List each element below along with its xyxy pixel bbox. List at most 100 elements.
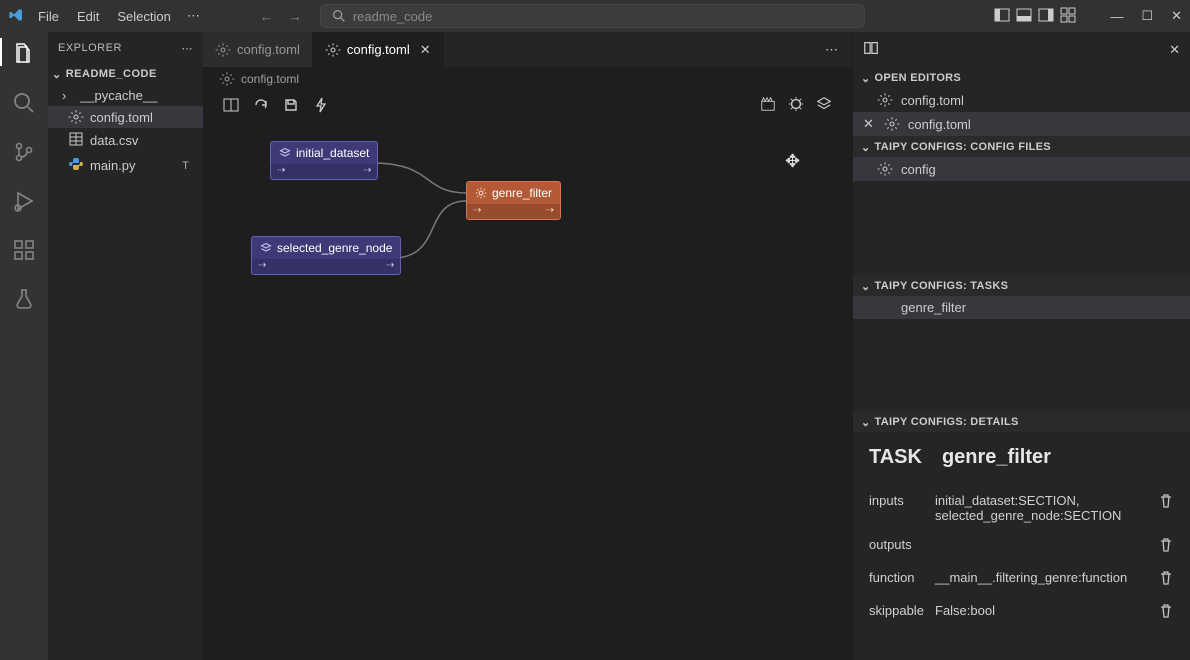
- layout-bottom-icon[interactable]: [1016, 7, 1032, 26]
- explorer-label: EXPLORER: [58, 42, 122, 54]
- chevron-right-icon: ›: [62, 88, 74, 103]
- window-maximize-icon[interactable]: ☐: [1141, 8, 1153, 24]
- tasks-header[interactable]: ⌄ TAIPY CONFIGS: TASKS: [853, 275, 1190, 296]
- menu-edit[interactable]: Edit: [69, 5, 107, 28]
- breadcrumb-label: config.toml: [241, 72, 299, 86]
- details-header[interactable]: ⌄ TAIPY CONFIGS: DETAILS: [853, 411, 1190, 432]
- testing-activity-icon[interactable]: [12, 287, 36, 314]
- window-close-icon[interactable]: ✕: [1171, 8, 1182, 24]
- node-label: initial_dataset: [296, 146, 369, 160]
- file-data-csv[interactable]: data.csv: [48, 128, 203, 153]
- port-in-icon[interactable]: ⇢: [473, 205, 481, 216]
- trash-icon[interactable]: [1158, 537, 1174, 556]
- port-in-icon[interactable]: ⇢: [277, 165, 285, 176]
- book-icon[interactable]: [863, 40, 879, 59]
- layout-left-icon[interactable]: [994, 7, 1010, 26]
- file-config-toml[interactable]: config.toml: [48, 106, 203, 128]
- search-placeholder: readme_code: [353, 9, 433, 24]
- trash-icon[interactable]: [1158, 570, 1174, 589]
- titlebar: File Edit Selection ⋯ ← → readme_code — …: [0, 0, 1190, 32]
- gear-icon: [884, 116, 900, 132]
- extensions-activity-icon[interactable]: [12, 238, 36, 265]
- clapper-icon[interactable]: [760, 96, 776, 117]
- layout-customize-icon[interactable]: [1060, 7, 1076, 26]
- menu-selection[interactable]: Selection: [109, 5, 178, 28]
- save-icon[interactable]: [283, 97, 299, 116]
- prop-key: inputs: [869, 493, 935, 508]
- gear-icon: [325, 42, 341, 58]
- node-genre-filter[interactable]: genre_filter ⇢ ⇢: [466, 181, 561, 220]
- port-out-icon[interactable]: ⇢: [386, 260, 394, 271]
- file-modified-badge: T: [182, 160, 193, 172]
- gear-icon: [68, 109, 84, 125]
- tab-label: config.toml: [347, 42, 410, 57]
- move-cursor-icon: ✥: [785, 151, 800, 172]
- layers-icon[interactable]: [816, 96, 832, 117]
- port-out-icon[interactable]: ⇢: [363, 165, 371, 176]
- details-panel: TASK genre_filter inputs initial_dataset…: [853, 432, 1190, 650]
- nav-forward-icon[interactable]: →: [289, 9, 302, 24]
- section-label: TAIPY CONFIGS: DETAILS: [875, 416, 1019, 428]
- run-debug-activity-icon[interactable]: [12, 189, 36, 216]
- close-panel-icon[interactable]: ✕: [1169, 42, 1180, 58]
- explorer-menu-icon[interactable]: ⋯: [182, 42, 194, 55]
- prop-function: function __main__.filtering_genre:functi…: [869, 570, 1174, 589]
- refresh-icon[interactable]: [253, 97, 269, 116]
- tab-label: config.toml: [237, 42, 300, 57]
- chevron-down-icon: ⌄: [52, 68, 62, 81]
- tab-config-2[interactable]: config.toml ✕: [313, 32, 444, 67]
- prop-key: outputs: [869, 537, 935, 552]
- gear-icon: [219, 71, 235, 87]
- prop-value: __main__.filtering_genre:function: [935, 570, 1150, 585]
- chevron-down-icon: ⌄: [861, 416, 871, 429]
- trash-icon[interactable]: [1158, 603, 1174, 622]
- task-icon[interactable]: [788, 96, 804, 117]
- prop-value: False:bool: [935, 603, 1150, 618]
- layout-right-icon[interactable]: [1038, 7, 1054, 26]
- tab-actions-icon[interactable]: ⋯: [825, 42, 838, 58]
- project-root[interactable]: ⌄ README_CODE: [48, 64, 203, 83]
- open-editor-item-1[interactable]: config.toml: [853, 88, 1190, 112]
- explorer-sidebar: EXPLORER ⋯ ⌄ README_CODE › __pycache__ c…: [48, 32, 203, 660]
- close-icon[interactable]: ✕: [420, 42, 431, 58]
- close-icon[interactable]: ✕: [863, 116, 874, 132]
- node-selected-genre[interactable]: selected_genre_node ⇢ ⇢: [251, 236, 401, 275]
- lightning-icon[interactable]: [313, 97, 329, 116]
- gear-icon: [475, 187, 487, 199]
- breadcrumb[interactable]: config.toml: [203, 67, 852, 91]
- port-out-icon[interactable]: ⇢: [546, 205, 554, 216]
- window-minimize-icon[interactable]: —: [1110, 9, 1123, 24]
- node-label: genre_filter: [492, 186, 552, 200]
- nav-back-icon[interactable]: ←: [260, 9, 273, 24]
- split-editor-icon[interactable]: [223, 97, 239, 116]
- item-label: config.toml: [908, 117, 971, 132]
- search-activity-icon[interactable]: [12, 91, 36, 118]
- command-center-search[interactable]: readme_code: [320, 4, 865, 28]
- node-label: selected_genre_node: [277, 241, 392, 255]
- explorer-activity-icon[interactable]: [12, 42, 36, 69]
- config-file-item[interactable]: config: [853, 157, 1190, 181]
- section-label: TAIPY CONFIGS: TASKS: [875, 280, 1009, 292]
- detail-kind: TASK: [869, 446, 922, 469]
- config-files-header[interactable]: ⌄ TAIPY CONFIGS: CONFIG FILES: [853, 136, 1190, 157]
- folder-pycache[interactable]: › __pycache__: [48, 85, 203, 106]
- tab-config-1[interactable]: config.toml: [203, 32, 313, 67]
- diagram-toolbar: [203, 91, 852, 121]
- menu-file[interactable]: File: [30, 5, 67, 28]
- menu-overflow-icon[interactable]: ⋯: [187, 8, 200, 24]
- source-control-activity-icon[interactable]: [12, 140, 36, 167]
- open-editors-header[interactable]: ⌄ OPEN EDITORS: [853, 67, 1190, 88]
- diagram-canvas[interactable]: initial_dataset ⇢ ⇢ selected_genre_node ⇢…: [203, 121, 852, 660]
- item-label: config: [901, 162, 936, 177]
- detail-name: genre_filter: [942, 446, 1051, 469]
- item-label: genre_filter: [901, 300, 966, 315]
- node-initial-dataset[interactable]: initial_dataset ⇢ ⇢: [270, 141, 378, 180]
- task-item[interactable]: genre_filter: [853, 296, 1190, 319]
- vscode-logo-icon: [8, 7, 24, 26]
- open-editor-item-2[interactable]: ✕ config.toml: [853, 112, 1190, 136]
- file-main-py[interactable]: main.py T: [48, 153, 203, 178]
- activity-bar: [0, 32, 48, 660]
- trash-icon[interactable]: [1158, 493, 1174, 512]
- port-in-icon[interactable]: ⇢: [258, 260, 266, 271]
- search-icon: [331, 8, 347, 24]
